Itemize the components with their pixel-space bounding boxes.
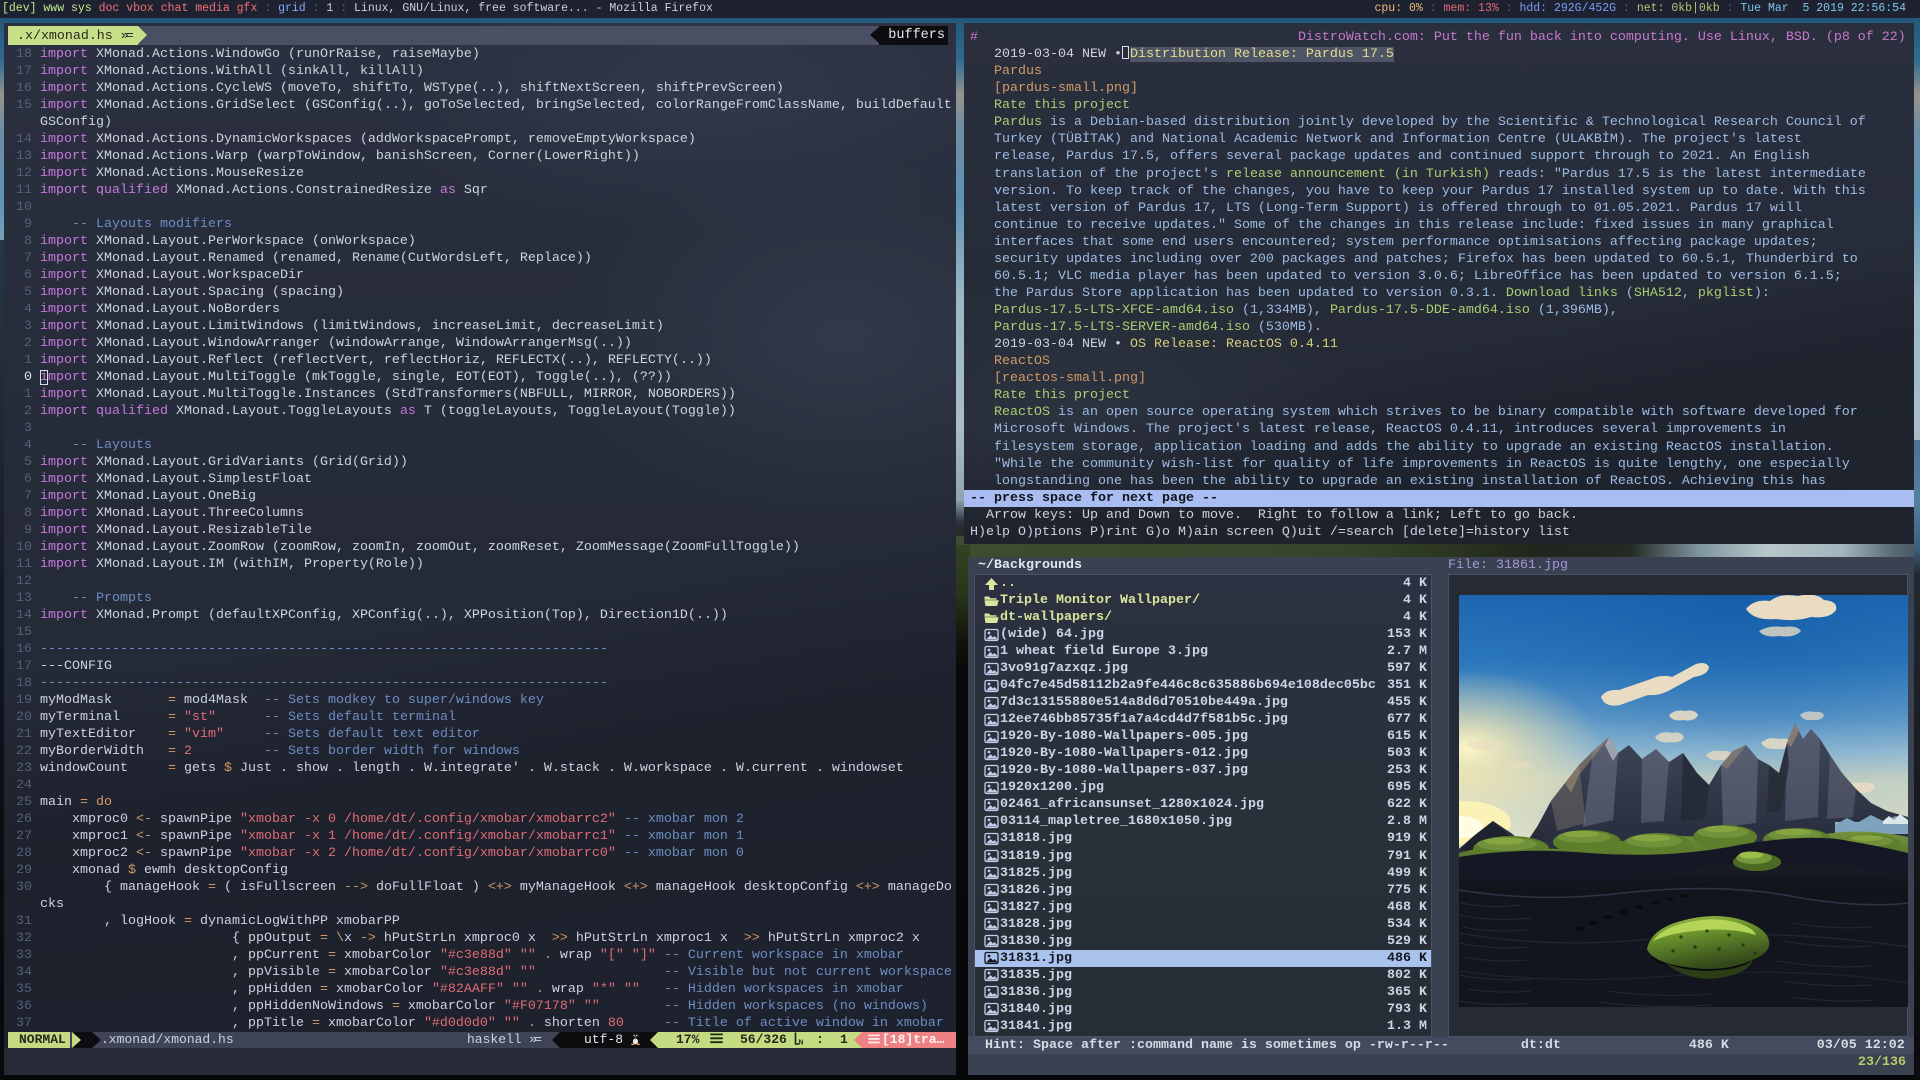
svg-text:N: N bbox=[799, 1040, 804, 1045]
